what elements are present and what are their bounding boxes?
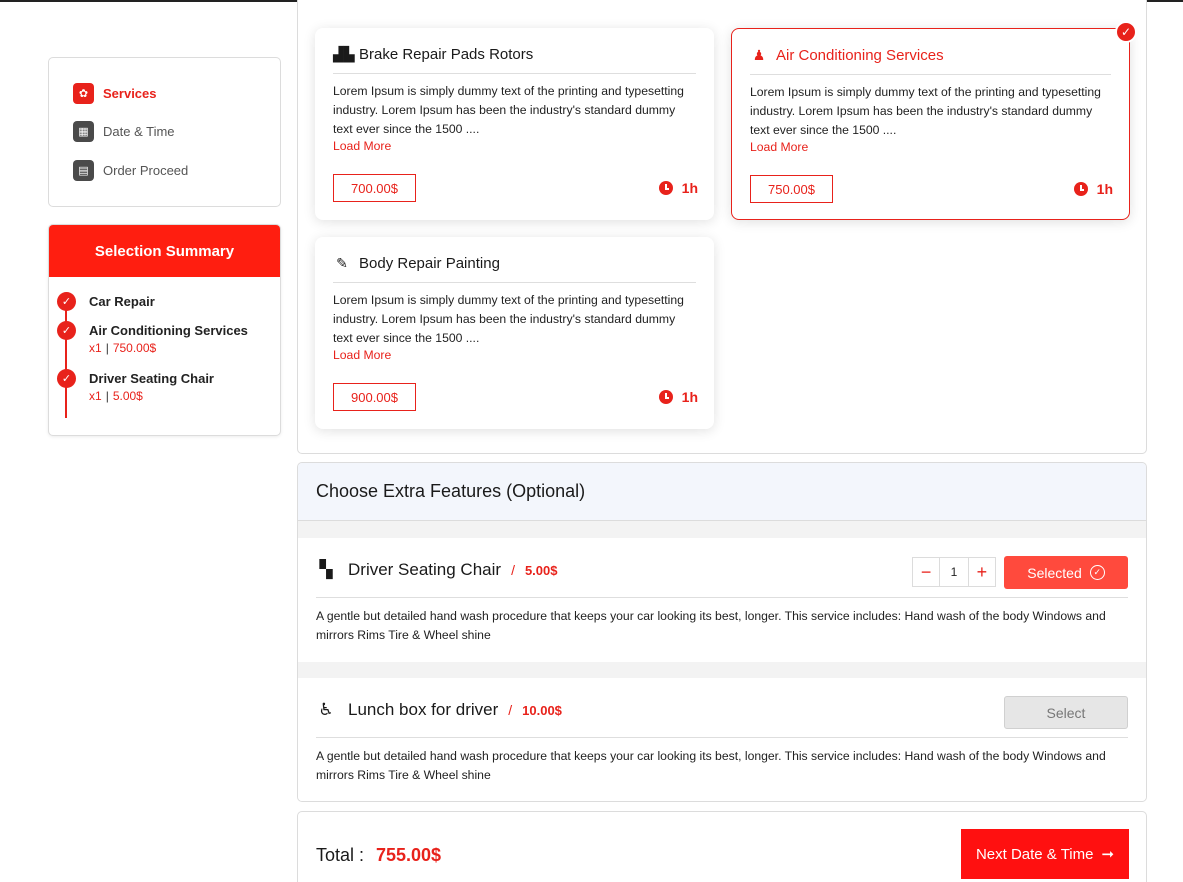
summary-item-meta: x1 | 750.00$: [89, 341, 157, 355]
quantity-value[interactable]: 1: [939, 558, 969, 586]
summary-item: ✓ Driver Seating Chair x1 | 5.00$: [57, 369, 214, 403]
summary-item: ✓ Air Conditioning Services x1 | 750.00$: [57, 321, 248, 355]
service-price: 750.00$: [750, 175, 833, 203]
clock-icon: [658, 390, 673, 404]
steps-nav: ✿ Services ▦ Date & Time ▤ Order Proceed: [48, 57, 281, 207]
service-price: 700.00$: [333, 174, 416, 202]
extra-item-lunch-box: ♿ Lunch box for driver / 10.00$ Select A…: [298, 678, 1146, 801]
service-description: Lorem Ipsum is simply dummy text of the …: [333, 84, 684, 136]
divider: [333, 73, 696, 74]
step-services[interactable]: ✿ Services: [73, 83, 157, 104]
clock-icon: [658, 181, 673, 195]
service-card-body-repair[interactable]: ✎ Body Repair Painting Lorem Ipsum is si…: [315, 237, 714, 429]
selected-button[interactable]: Selected ✓: [1004, 556, 1128, 589]
services-panel: ▟▙ Brake Repair Pads Rotors Lorem Ipsum …: [297, 0, 1147, 454]
total-bar: Total : 755.00$ Next Date & Time ➞: [297, 811, 1147, 882]
summary-item-meta: x1 | 5.00$: [89, 389, 143, 403]
divider: [316, 597, 1128, 598]
service-duration: 1h: [658, 180, 698, 196]
summary-item-name: Driver Seating Chair: [89, 371, 214, 386]
extra-title: ♿ Lunch box for driver / 10.00$: [316, 700, 562, 720]
extra-description: A gentle but detailed hand wash procedur…: [316, 749, 1106, 782]
step-label: Services: [103, 86, 157, 101]
arrow-right-icon: ➞: [1101, 846, 1115, 863]
service-title: ♟ Air Conditioning Services: [750, 47, 944, 64]
check-icon: ✓: [57, 321, 76, 340]
check-icon: ✓: [57, 292, 76, 311]
step-label: Order Proceed: [103, 163, 189, 178]
clock-icon: [1073, 182, 1088, 196]
load-more-link[interactable]: Load More: [750, 140, 808, 154]
increment-button[interactable]: +: [969, 558, 995, 586]
service-card-air-conditioning[interactable]: ✓ ♟ Air Conditioning Services Lorem Ipsu…: [731, 21, 1137, 220]
extra-description: A gentle but detailed hand wash procedur…: [316, 609, 1106, 642]
step-label: Date & Time: [103, 124, 175, 139]
service-title: ▟▙ Brake Repair Pads Rotors: [333, 46, 534, 63]
summary-item-name: Car Repair: [89, 294, 155, 309]
check-icon: ✓: [57, 369, 76, 388]
service-title: ✎ Body Repair Painting: [333, 255, 500, 272]
load-more-link[interactable]: Load More: [333, 139, 391, 153]
technician-icon: ♟: [752, 47, 766, 63]
total-label: Total :: [316, 845, 365, 865]
check-circle-icon: ✓: [1089, 565, 1105, 580]
selected-check-icon: ✓: [1115, 21, 1137, 43]
service-card-brake-repair[interactable]: ▟▙ Brake Repair Pads Rotors Lorem Ipsum …: [315, 28, 714, 220]
service-price: 900.00$: [333, 383, 416, 411]
calendar-icon: ▦: [73, 121, 94, 142]
next-date-time-button[interactable]: Next Date & Time ➞: [961, 829, 1129, 879]
step-order-proceed[interactable]: ▤ Order Proceed: [73, 160, 188, 181]
summary-item-name: Air Conditioning Services: [89, 323, 248, 338]
extras-panel: Choose Extra Features (Optional) ▚ Drive…: [297, 462, 1147, 802]
select-button[interactable]: Select: [1004, 696, 1128, 729]
total-value: 755.00$: [376, 845, 442, 865]
extra-item-driver-seating-chair: ▚ Driver Seating Chair / 5.00$ − 1 + Sel…: [298, 538, 1146, 662]
chairs-icon: ▚: [319, 560, 333, 579]
summary-item: ✓ Car Repair: [57, 292, 155, 311]
paint-brush-icon: ✎: [336, 255, 348, 271]
car-parts-icon: ▟▙: [333, 46, 355, 62]
service-duration: 1h: [1073, 181, 1113, 197]
wrench-icon: ✿: [73, 83, 94, 104]
quantity-stepper: − 1 +: [912, 557, 996, 587]
extra-title: ▚ Driver Seating Chair / 5.00$: [316, 560, 557, 580]
load-more-link[interactable]: Load More: [333, 348, 391, 362]
extras-title: Choose Extra Features (Optional): [298, 463, 1146, 521]
divider: [316, 737, 1128, 738]
document-icon: ▤: [73, 160, 94, 181]
service-description: Lorem Ipsum is simply dummy text of the …: [750, 85, 1101, 137]
decrement-button[interactable]: −: [913, 558, 939, 586]
selection-summary: Selection Summary ✓ Car Repair ✓ Air Con…: [48, 224, 281, 436]
wheelchair-icon: ♿: [318, 700, 334, 719]
divider: [750, 74, 1111, 75]
summary-title: Selection Summary: [49, 225, 280, 277]
service-description: Lorem Ipsum is simply dummy text of the …: [333, 293, 684, 345]
service-duration: 1h: [658, 389, 698, 405]
divider: [333, 282, 696, 283]
step-date-time[interactable]: ▦ Date & Time: [73, 121, 175, 142]
